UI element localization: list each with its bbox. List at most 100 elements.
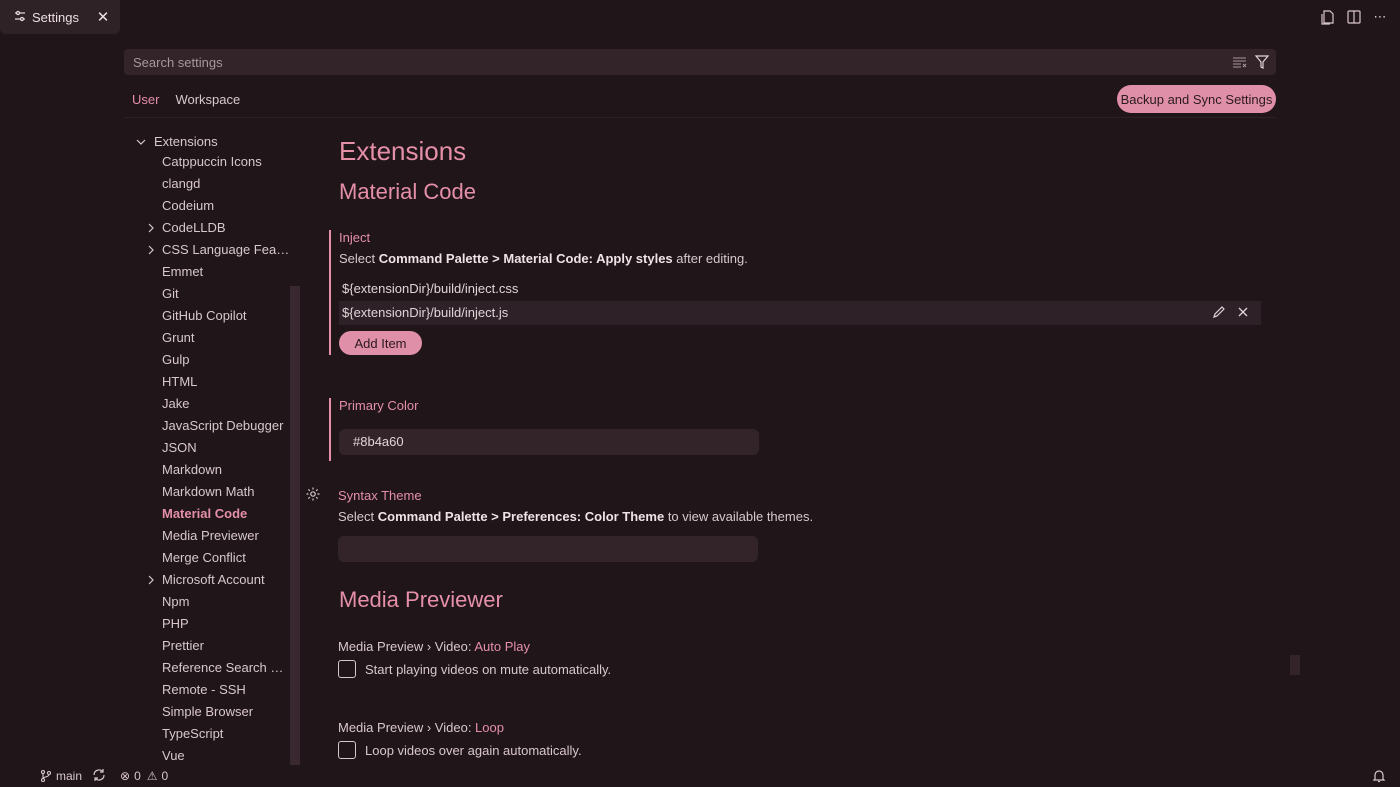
setting-title: Media Preview › Video: Loop	[338, 720, 504, 735]
setting-loop: Media Preview › Video: Loop Loop videos …	[338, 720, 1278, 759]
toc-item[interactable]: JavaScript Debugger	[130, 415, 290, 437]
toc-item[interactable]: Npm	[130, 591, 290, 613]
toc-item[interactable]: JSON	[130, 437, 290, 459]
toc-item-label: TypeScript	[162, 726, 224, 741]
toc-item[interactable]: CodeLLDB	[130, 217, 290, 239]
toc-extensions-header[interactable]: Extensions	[130, 133, 290, 151]
toc-item[interactable]: Simple Browser	[130, 701, 290, 723]
editor-actions: ⋯	[1320, 8, 1388, 26]
loop-checkbox[interactable]	[338, 741, 356, 759]
setting-autoplay: Media Preview › Video: Auto Play Start p…	[338, 639, 1278, 678]
toc-item[interactable]: Microsoft Account	[130, 569, 290, 591]
setting-inject: Inject Select Command Palette > Material…	[329, 230, 1269, 355]
setting-title: Media Preview › Video: Auto Play	[338, 639, 530, 654]
toc-item[interactable]: Jake	[130, 393, 290, 415]
chevron-right-icon	[146, 217, 156, 239]
split-editor-icon[interactable]	[1346, 8, 1362, 26]
primary-color-input[interactable]: #8b4a60	[339, 429, 759, 455]
toc-item[interactable]: Emmet	[130, 261, 290, 283]
toc-item-label: CodeLLDB	[162, 220, 226, 235]
open-settings-json-icon[interactable]	[1320, 8, 1336, 26]
toc-item-label: HTML	[162, 374, 198, 389]
toc-item[interactable]: TypeScript	[130, 723, 290, 745]
divider	[124, 117, 1276, 118]
toc-item-label: Reference Search View	[162, 660, 290, 675]
toc-item-label: Remote - SSH	[162, 682, 246, 697]
settings-icon	[14, 10, 26, 25]
setting-description: Start playing videos on mute automatical…	[365, 661, 612, 677]
toc-item-label: Merge Conflict	[162, 550, 246, 565]
toc-scrollbar[interactable]	[290, 286, 300, 765]
bell-icon[interactable]	[1372, 768, 1386, 787]
toc-item[interactable]: Merge Conflict	[130, 547, 290, 569]
list-item[interactable]: ${extensionDir}/build/inject.css	[339, 277, 1261, 301]
toc-item[interactable]: Catppuccin Icons	[130, 151, 290, 173]
syntax-theme-input[interactable]	[338, 536, 758, 562]
toc-item-label: Simple Browser	[162, 704, 254, 719]
toc-item-label: Catppuccin Icons	[162, 154, 262, 169]
remove-icon[interactable]	[1235, 304, 1251, 328]
setting-syntax-theme: Syntax Theme Select Command Palette > Pr…	[338, 488, 1278, 562]
add-item-button[interactable]: Add Item	[339, 331, 422, 355]
toc-item-label: Jake	[162, 396, 190, 411]
toc-item[interactable]: Codeium	[130, 195, 290, 217]
setting-title: Primary Color	[339, 398, 419, 413]
toc-item[interactable]: clangd	[130, 173, 290, 195]
tab-user[interactable]: User	[124, 86, 168, 118]
toc-item-label: Git	[162, 286, 179, 301]
toc-item-label: Markdown Math	[162, 484, 255, 499]
gear-icon[interactable]	[305, 486, 321, 502]
clear-filter-icon[interactable]	[1232, 53, 1248, 74]
filter-icon[interactable]	[1254, 53, 1270, 74]
tab-workspace[interactable]: Workspace	[167, 86, 248, 118]
toc-header-label: Extensions	[154, 134, 218, 149]
toc-item-label: Gulp	[162, 352, 190, 367]
backup-sync-button[interactable]: Backup and Sync Settings	[1117, 85, 1276, 113]
toc-item[interactable]: Media Previewer	[130, 525, 290, 547]
toc-item[interactable]: CSS Language Featur...	[130, 239, 290, 261]
problems-status[interactable]: ⊗ 0 ⚠ 0	[120, 769, 168, 783]
sync-icon[interactable]	[92, 768, 106, 785]
toc-item-label: GitHub Copilot	[162, 308, 247, 323]
settings-scope-tabs: User Workspace	[124, 86, 248, 118]
edit-icon[interactable]	[1211, 304, 1227, 328]
toc-item-label: Codeium	[162, 198, 215, 213]
toc-item[interactable]: Vue	[130, 745, 290, 765]
settings-tab[interactable]: Settings ✕	[0, 0, 120, 34]
content-scrollbar[interactable]	[1290, 655, 1300, 675]
search-input[interactable]	[133, 54, 1213, 70]
toc-item[interactable]: Remote - SSH	[130, 679, 290, 701]
toc-item[interactable]: Markdown Math	[130, 481, 290, 503]
git-branch-icon	[40, 769, 52, 783]
toc-item-label: CSS Language Featur...	[162, 242, 290, 257]
tab-title: Settings	[32, 9, 79, 25]
toc-item[interactable]: PHP	[130, 613, 290, 635]
toc-item[interactable]: HTML	[130, 371, 290, 393]
toc-item[interactable]: GitHub Copilot	[130, 305, 290, 327]
setting-description: Select Command Palette > Preferences: Co…	[338, 509, 814, 524]
toc-item-label: JavaScript Debugger	[162, 418, 284, 433]
toc-item[interactable]: Reference Search View	[130, 657, 290, 679]
setting-title: Syntax Theme	[338, 488, 422, 503]
toc-item-label: Microsoft Account	[162, 572, 265, 587]
toc-item[interactable]: Git	[130, 283, 290, 305]
close-icon[interactable]: ✕	[94, 8, 112, 26]
autoplay-checkbox[interactable]	[338, 660, 356, 678]
toc-item-label: Emmet	[162, 264, 204, 279]
toc-item[interactable]: Gulp	[130, 349, 290, 371]
toc-item[interactable]: Markdown	[130, 459, 290, 481]
toc-item[interactable]: Grunt	[130, 327, 290, 349]
list-item[interactable]: ${extensionDir}/build/inject.js	[339, 301, 1261, 325]
toc-item-label: Npm	[162, 594, 190, 609]
branch-status[interactable]: main	[40, 769, 82, 783]
toc-item[interactable]: Prettier	[130, 635, 290, 657]
toc-item-label: PHP	[162, 616, 189, 631]
warning-icon: ⚠	[146, 769, 158, 783]
toc-item[interactable]: Material Code	[130, 503, 290, 525]
more-actions-icon[interactable]: ⋯	[1372, 8, 1388, 26]
toc-item-label: JSON	[162, 440, 197, 455]
toc-item-label: Vue	[162, 748, 185, 763]
chevron-right-icon	[146, 239, 156, 261]
settings-toc: Extensions Catppuccin Icons clangd Codeium…	[130, 133, 290, 765]
settings-content: Extensions Material Code Inject Select C…	[300, 130, 1285, 767]
